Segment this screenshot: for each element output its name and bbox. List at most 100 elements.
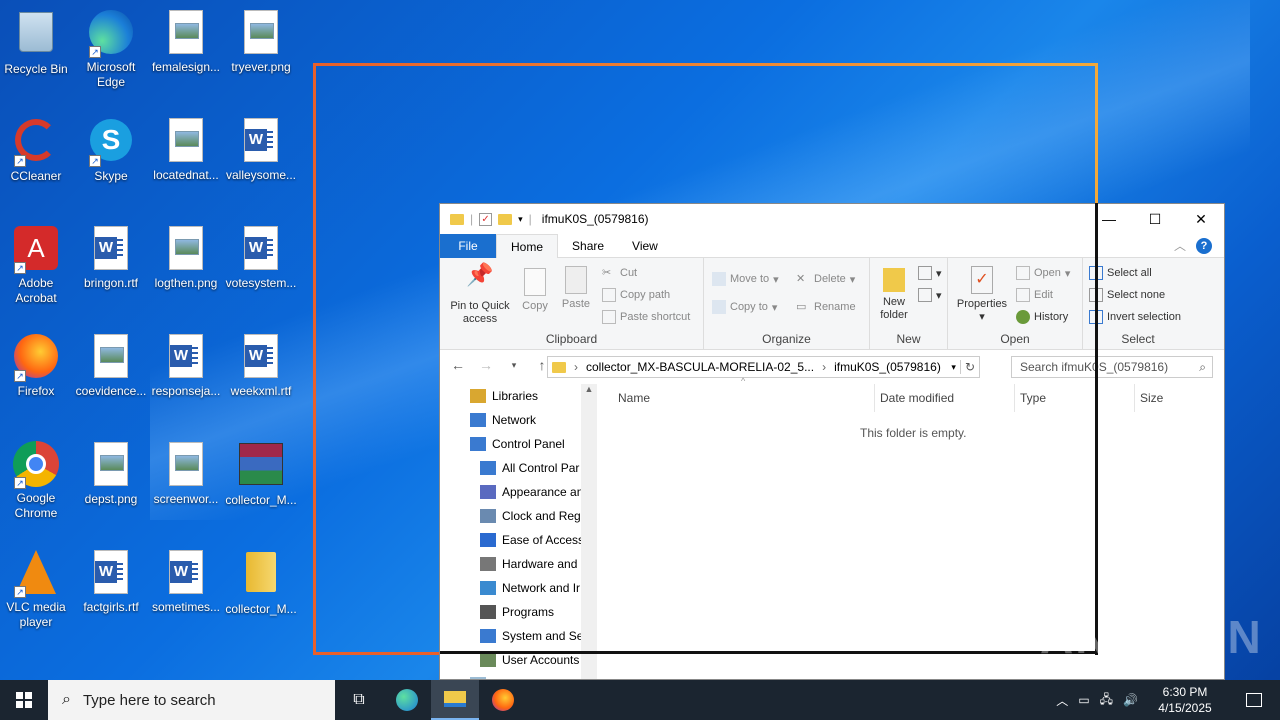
nav-item[interactable]: Control Panel <box>440 432 596 456</box>
show-hidden-icons-icon[interactable]: ︿ <box>1056 692 1068 709</box>
volume-icon[interactable]: 🔊 <box>1123 693 1138 707</box>
scroll-up-icon[interactable]: ▲ <box>581 384 597 394</box>
desktop-icon[interactable]: coevidence... <box>75 332 147 399</box>
nav-item[interactable]: Network <box>440 408 596 432</box>
chevron-down-icon[interactable]: ▾ <box>518 214 523 225</box>
breadcrumb-current[interactable]: ifmuK0S_(0579816) <box>834 360 941 374</box>
nav-item[interactable]: Appearance an <box>440 480 596 504</box>
nav-item[interactable]: Ease of Access <box>440 528 596 552</box>
delete-button[interactable]: ✕ Delete ▾ <box>796 272 855 286</box>
refresh-icon[interactable]: ↻ <box>959 360 979 374</box>
desktop-icon[interactable]: femalesign... <box>150 8 222 75</box>
desktop-icon-label: VLC media player <box>6 600 66 629</box>
desktop-icon[interactable]: logthen.png <box>150 224 222 291</box>
rename-button[interactable]: ▭ Rename <box>796 300 856 314</box>
column-size[interactable]: Size <box>1134 384 1163 412</box>
desktop-icon[interactable]: A ↗ Adobe Acrobat <box>0 224 72 306</box>
desktop-icon[interactable]: Wresponseja... <box>150 332 222 399</box>
nav-item[interactable]: All Control Par <box>440 456 596 480</box>
notifications-button[interactable] <box>1232 680 1276 720</box>
network-icon[interactable]: 🖧 <box>1100 690 1113 711</box>
nav-item[interactable]: Clock and Regi <box>440 504 596 528</box>
forward-arrow-icon[interactable]: → <box>478 357 494 373</box>
nav-item[interactable]: Libraries <box>440 384 596 408</box>
desktop-icon[interactable]: ↗ CCleaner <box>0 116 72 184</box>
clock[interactable]: 6:30 PM 4/15/2025 <box>1148 684 1222 716</box>
collapse-ribbon-icon[interactable]: ︿ <box>1174 237 1186 254</box>
column-type[interactable]: Type <box>1014 384 1046 412</box>
copy-path-button[interactable]: Copy path <box>602 288 670 302</box>
tab-share[interactable]: Share <box>558 234 618 258</box>
pin-to-quick-access-button[interactable]: 📌 Pin to Quick access <box>446 264 514 326</box>
desktop-icon[interactable]: tryever.png <box>225 8 297 75</box>
desktop-icon[interactable]: S ↗ Skype <box>75 116 147 184</box>
help-icon[interactable]: ? <box>1196 237 1212 254</box>
recent-locations-icon[interactable]: ▾ <box>506 360 522 371</box>
paste-button[interactable]: Paste <box>558 266 594 311</box>
properties-check-icon[interactable]: ✓ <box>479 212 493 226</box>
start-button[interactable] <box>0 680 48 720</box>
desktop-icon[interactable]: locatednat... <box>150 116 222 183</box>
desktop-icon[interactable]: Wvotesystem... <box>225 224 297 291</box>
nav-item[interactable]: Hardware and <box>440 552 596 576</box>
address-dropdown-icon[interactable]: ▾ <box>951 362 956 373</box>
column-name[interactable]: Name <box>618 391 650 405</box>
desktop-icon[interactable]: collector_M... <box>225 440 297 508</box>
new-folder-button[interactable]: New folder <box>876 268 912 322</box>
nav-scrollbar[interactable]: ▲ <box>581 384 597 679</box>
desktop-icon[interactable]: Wsometimes... <box>150 548 222 615</box>
taskbar-edge[interactable] <box>383 680 431 720</box>
taskbar-search-box[interactable]: ⌕ Type here to search <box>48 680 335 720</box>
tab-home[interactable]: Home <box>496 233 559 258</box>
copy-button[interactable]: Copy <box>518 268 552 313</box>
breadcrumb-collector[interactable]: collector_MX-BASCULA-MORELIA-02_5... <box>586 360 814 374</box>
file-explorer-window[interactable]: | ✓ ▾ | ifmuK0S_(0579816) — ☐ ✕ File Hom… <box>439 203 1225 680</box>
desktop-icon[interactable]: Wbringon.rtf <box>75 224 147 291</box>
address-bar[interactable]: › collector_MX-BASCULA-MORELIA-02_5... ›… <box>547 356 980 378</box>
copy-to-button[interactable]: Copy to ▾ <box>712 300 777 314</box>
back-arrow-icon[interactable]: ← <box>450 357 466 373</box>
nav-item[interactable]: System and Sec <box>440 624 596 648</box>
tab-view[interactable]: View <box>618 234 672 258</box>
open-button[interactable]: Open ▾ <box>1016 266 1070 280</box>
paste-shortcut-button[interactable]: Paste shortcut <box>602 310 690 324</box>
desktop-icon[interactable]: Recycle Bin <box>0 8 72 77</box>
device-icon[interactable]: ▭ <box>1078 693 1089 707</box>
history-button[interactable]: History <box>1016 310 1068 324</box>
desktop-icon[interactable]: Wfactgirls.rtf <box>75 548 147 615</box>
taskbar-file-explorer[interactable] <box>431 680 479 720</box>
close-button[interactable]: ✕ <box>1178 204 1224 234</box>
properties-button[interactable]: ✓ Properties ▾ <box>952 266 1012 324</box>
select-all-button[interactable]: Select all <box>1089 266 1152 280</box>
desktop-icon[interactable]: collector_M... <box>225 548 297 617</box>
desktop-icon[interactable]: screenwor... <box>150 440 222 507</box>
history-icon <box>1016 310 1030 324</box>
select-none-button[interactable]: Select none <box>1089 288 1165 302</box>
maximize-button[interactable]: ☐ <box>1132 204 1178 234</box>
minimize-button[interactable]: — <box>1086 204 1132 234</box>
nav-item[interactable]: Programs <box>440 600 596 624</box>
new-item-button[interactable]: ▾ <box>918 266 942 280</box>
cut-button[interactable]: ✂ Cut <box>602 266 637 280</box>
desktop-icon[interactable]: ↗ VLC media player <box>0 548 72 630</box>
desktop-icon[interactable]: ↗ Firefox <box>0 332 72 399</box>
nav-item[interactable]: Recycle Bin <box>440 672 596 679</box>
desktop-icon[interactable]: ↗ Microsoft Edge <box>75 8 147 90</box>
edit-button[interactable]: Edit <box>1016 288 1053 302</box>
nav-item[interactable]: Network and Ir <box>440 576 596 600</box>
task-view-button[interactable]: ⧉ <box>335 680 383 720</box>
tab-file[interactable]: File <box>440 233 496 258</box>
desktop-icon[interactable]: Wvalleysome... <box>225 116 297 183</box>
desktop-icon[interactable]: Wweekxml.rtf <box>225 332 297 399</box>
image-file-icon <box>162 226 210 274</box>
taskbar-firefox[interactable] <box>479 680 527 720</box>
title-bar[interactable]: | ✓ ▾ | ifmuK0S_(0579816) — ☐ ✕ <box>440 204 1224 234</box>
invert-selection-button[interactable]: Invert selection <box>1089 310 1181 324</box>
easy-access-button[interactable]: ▾ <box>918 288 942 302</box>
new-folder-icon[interactable] <box>498 213 513 225</box>
desktop-icon[interactable]: depst.png <box>75 440 147 507</box>
column-date-modified[interactable]: Date modified <box>874 384 954 412</box>
search-input[interactable]: Search ifmuK0S_(0579816) ⌕ <box>1011 356 1213 378</box>
move-to-button[interactable]: Move to ▾ <box>712 272 779 286</box>
desktop-icon[interactable]: ↗ Google Chrome <box>0 440 72 521</box>
